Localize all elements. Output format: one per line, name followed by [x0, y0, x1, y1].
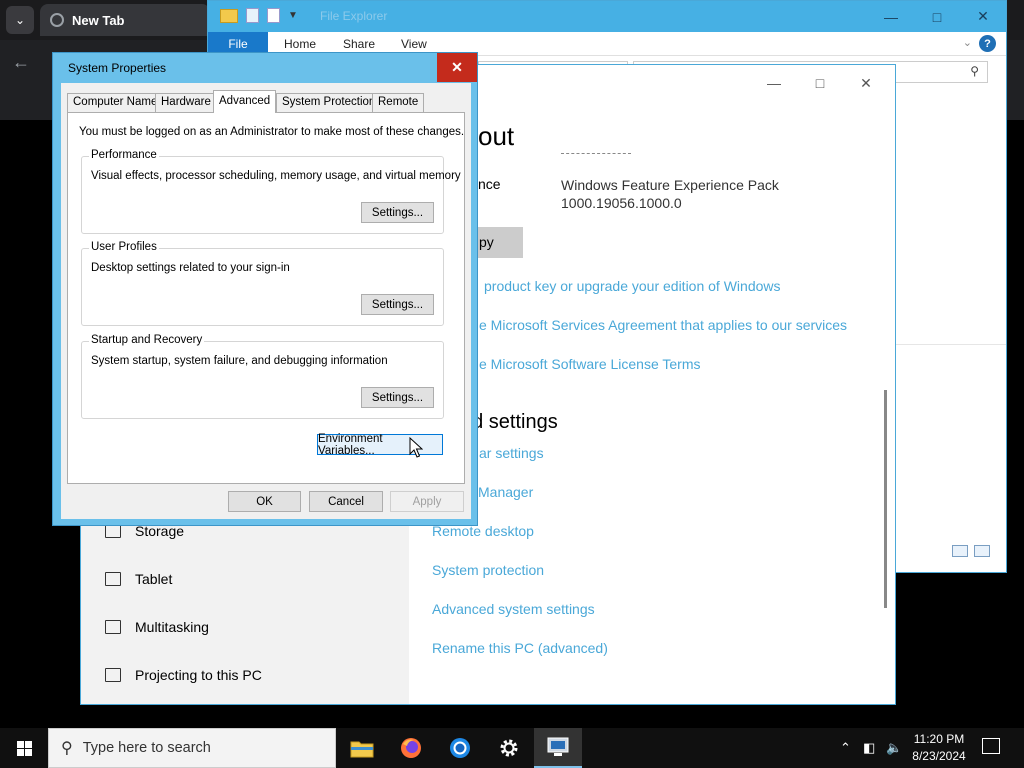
taskbar-search-box[interactable]: ⚲ Type here to search: [48, 728, 336, 768]
group-title: User Profiles: [89, 241, 159, 253]
minimize-button[interactable]: —: [868, 1, 914, 32]
expand-ribbon-icon[interactable]: ⌄: [963, 36, 972, 49]
view-switcher: [952, 545, 990, 557]
tab-remote[interactable]: Remote: [372, 93, 425, 112]
file-explorer-icon: [350, 741, 374, 758]
system-properties-icon: [547, 737, 569, 756]
taskbar-settings[interactable]: [485, 728, 533, 768]
nav-item-label: Projecting to this PC: [135, 667, 262, 683]
apply-button[interactable]: Apply: [390, 491, 464, 512]
ok-button[interactable]: OK: [228, 491, 301, 512]
quick-access-toolbar: ▼: [220, 8, 298, 23]
folder-icon: [220, 8, 238, 23]
projector-icon: [105, 668, 121, 682]
tab-advanced[interactable]: Advanced: [213, 90, 277, 113]
taskbar-file-explorer[interactable]: [338, 728, 386, 768]
search-icon: ⚲: [61, 740, 73, 757]
search-icon: ⚲: [970, 64, 979, 78]
customize-dropdown-icon[interactable]: ▼: [288, 10, 298, 21]
gear-icon: [500, 739, 518, 757]
nav-item-label: Tablet: [135, 571, 173, 587]
group-title: Performance: [89, 149, 159, 161]
license-terms-link[interactable]: e Microsoft Software License Terms: [479, 356, 701, 372]
dialog-title: System Properties: [68, 61, 167, 75]
nav-item-label: Multitasking: [135, 619, 209, 635]
related-link-system-protection[interactable]: System protection: [432, 562, 544, 578]
maximize-button[interactable]: □: [797, 71, 843, 95]
nav-item-projecting[interactable]: Projecting to this PC: [105, 667, 262, 683]
show-hidden-icons-chevron[interactable]: ⌃: [840, 728, 851, 768]
details-view-icon[interactable]: [952, 545, 968, 557]
nav-item-tablet[interactable]: Tablet: [105, 571, 172, 587]
taskbar-system-properties[interactable]: [534, 728, 582, 768]
search-placeholder: Type here to search: [82, 740, 211, 756]
startup-recovery-group: Startup and Recovery System startup, sys…: [81, 334, 444, 419]
cancel-button[interactable]: Cancel: [309, 491, 383, 512]
help-icon[interactable]: ?: [979, 35, 996, 52]
group-description: Desktop settings related to your sign-in: [91, 262, 290, 274]
scrollbar[interactable]: [884, 390, 887, 608]
close-button[interactable]: ✕: [437, 53, 477, 82]
spec-value-line: 1000.19056.1000.0: [561, 195, 682, 211]
tablet-icon: [105, 572, 121, 586]
close-button[interactable]: ✕: [960, 1, 1006, 32]
spec-value-line: Windows Feature Experience Pack: [561, 177, 779, 193]
network-icon[interactable]: ◧: [863, 728, 875, 768]
notification-icon[interactable]: [982, 738, 1000, 754]
spec-label: nce: [478, 176, 501, 192]
page-title: out: [478, 121, 515, 151]
environment-variables-button[interactable]: Environment Variables...: [317, 433, 443, 457]
windows-logo-icon: [16, 740, 32, 756]
browser-tab-new-tab[interactable]: New Tab: [40, 4, 210, 36]
nav-item-multitasking[interactable]: Multitasking: [105, 619, 209, 635]
tab-system-protection[interactable]: System Protection: [276, 93, 382, 112]
divider: [896, 344, 1006, 345]
related-link-advanced-system-settings[interactable]: Advanced system settings: [432, 601, 595, 617]
admin-note: You must be logged on as an Administrato…: [79, 126, 465, 138]
large-icons-view-icon[interactable]: [974, 545, 990, 557]
properties-icon[interactable]: [246, 8, 259, 23]
volume-muted-icon[interactable]: 🔈: [886, 728, 902, 768]
related-link-bitlocker[interactable]: ar settings: [479, 445, 544, 461]
tab-computer-name[interactable]: Computer Name: [67, 93, 164, 112]
new-folder-icon[interactable]: [267, 8, 280, 23]
user-profiles-group: User Profiles Desktop settings related t…: [81, 241, 444, 326]
performance-settings-button[interactable]: Settings...: [361, 202, 434, 223]
storage-icon: [105, 524, 121, 538]
cut-off-text: [561, 153, 631, 159]
explorer-titlebar: ▼ File Explorer — □ ✕: [208, 1, 1006, 32]
change-product-key-link[interactable]: product key or upgrade your edition of W…: [484, 278, 781, 294]
related-link-device-manager[interactable]: Manager: [478, 484, 533, 500]
clock-date: 8/23/2024: [912, 749, 966, 763]
tab-search-chevron-icon[interactable]: ⌄: [6, 6, 34, 34]
taskbar-chrome[interactable]: [436, 728, 484, 768]
mouse-pointer-icon: [409, 437, 423, 458]
minimize-button[interactable]: —: [751, 71, 797, 95]
chrome-icon: [450, 738, 470, 758]
group-title: Startup and Recovery: [89, 334, 205, 346]
group-description: System startup, system failure, and debu…: [91, 355, 388, 367]
taskbar-clock[interactable]: 11:20 PM 8/23/2024: [908, 731, 970, 765]
globe-icon: [50, 13, 64, 27]
start-button[interactable]: [0, 728, 48, 768]
performance-group: Performance Visual effects, processor sc…: [81, 149, 461, 234]
firefox-icon: [401, 738, 421, 758]
taskbar: ⚲ Type here to search ⌃ ◧ 🔈 11:20 PM 8/2…: [0, 728, 1024, 768]
browser-tab-label: New Tab: [72, 12, 125, 28]
clock-time: 11:20 PM: [913, 732, 965, 746]
explorer-caption: File Explorer: [320, 9, 388, 23]
spec-value: Windows Feature Experience Pack 1000.190…: [561, 176, 779, 212]
related-link-rename-pc[interactable]: Rename this PC (advanced): [432, 640, 608, 656]
taskbar-firefox[interactable]: [387, 728, 435, 768]
maximize-button[interactable]: □: [914, 1, 960, 32]
back-arrow-icon[interactable]: ←: [12, 52, 30, 73]
user-profiles-settings-button[interactable]: Settings...: [361, 294, 434, 315]
close-button[interactable]: ✕: [843, 71, 889, 95]
group-description: Visual effects, processor scheduling, me…: [91, 170, 461, 182]
multitasking-icon: [105, 620, 121, 634]
startup-recovery-settings-button[interactable]: Settings...: [361, 387, 434, 408]
tab-hardware[interactable]: Hardware: [155, 93, 217, 112]
services-agreement-link[interactable]: e Microsoft Services Agreement that appl…: [479, 317, 847, 333]
